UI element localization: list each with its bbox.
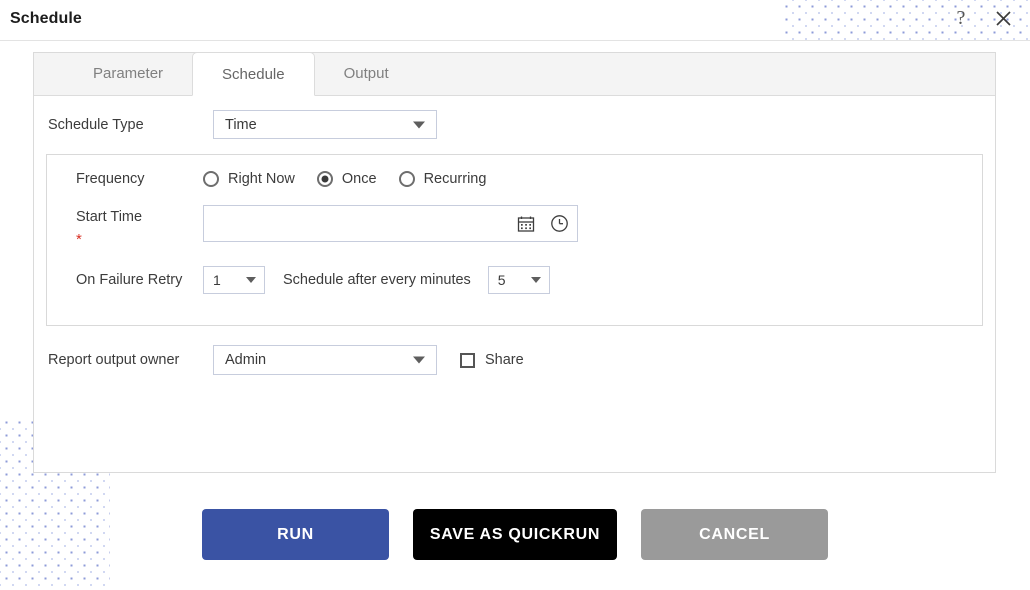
schedule-type-label: Schedule Type [48, 116, 144, 133]
schedule-dialog-card: Parameter Schedule Output Schedule Type … [33, 52, 996, 473]
radio-circle-icon [203, 171, 219, 187]
start-time-label: Start Time [76, 209, 143, 225]
radio-right-now[interactable]: Right Now [203, 171, 295, 187]
frequency-row: Frequency Right Now Once Recurring [47, 171, 982, 187]
dialog-footer: RUN SAVE AS QUICKRUN CANCEL [0, 509, 1030, 560]
required-marker: * [76, 231, 82, 248]
radio-circle-icon [398, 171, 415, 187]
frequency-label: Frequency [76, 171, 145, 187]
schedule-type-value: Time [225, 116, 257, 133]
schedule-type-row: Schedule Type Time [46, 110, 983, 139]
dialog-titlebar: Schedule ? [0, 0, 1030, 41]
on-failure-retry-row: On Failure Retry 1 Schedule after every … [47, 266, 982, 294]
chevron-down-icon [413, 356, 425, 364]
titlebar-actions: ? [948, 4, 1016, 32]
tab-schedule[interactable]: Schedule [192, 52, 315, 96]
schedule-after-value: 5 [497, 272, 506, 288]
radio-right-now-label: Right Now [228, 171, 295, 187]
clock-icon[interactable] [549, 214, 569, 234]
chevron-down-icon [413, 121, 425, 128]
report-output-owner-row: Report output owner Admin Share [46, 345, 983, 375]
report-output-owner-select[interactable]: Admin [213, 345, 437, 375]
frequency-panel: Frequency Right Now Once Recurring Start… [46, 154, 983, 326]
share-label: Share [485, 352, 524, 368]
header-divider [0, 40, 1030, 41]
radio-once-label: Once [341, 171, 377, 187]
on-failure-retry-select[interactable]: 1 [203, 266, 265, 294]
tab-output[interactable]: Output [315, 53, 418, 95]
radio-once[interactable]: Once [316, 171, 377, 187]
report-output-owner-value: Admin [225, 352, 267, 368]
on-failure-retry-value: 1 [213, 272, 221, 288]
schedule-type-select[interactable]: Time [213, 110, 437, 139]
on-failure-retry-label: On Failure Retry [76, 272, 183, 288]
chevron-down-icon [530, 277, 541, 283]
calendar-icon[interactable] [516, 214, 536, 234]
help-icon[interactable]: ? [948, 4, 974, 32]
radio-recurring[interactable]: Recurring [398, 171, 487, 187]
chevron-down-icon [246, 277, 256, 283]
save-as-quickrun-button[interactable]: SAVE AS QUICKRUN [413, 509, 617, 560]
report-output-owner-label: Report output owner [48, 352, 180, 368]
run-button[interactable]: RUN [202, 509, 389, 560]
radio-circle-selected-icon [316, 171, 333, 187]
start-time-input[interactable] [203, 205, 578, 242]
frequency-radio-group: Right Now Once Recurring [203, 171, 486, 187]
start-time-label-group: Start Time * [47, 205, 203, 248]
checkbox-square-icon [460, 352, 475, 368]
tab-bar: Parameter Schedule Output [34, 52, 995, 96]
schedule-after-label: Schedule after every minutes [283, 272, 471, 288]
schedule-after-select[interactable]: 5 [487, 266, 550, 294]
radio-recurring-label: Recurring [423, 171, 487, 187]
schedule-form: Schedule Type Time Frequency Right Now O… [34, 96, 995, 375]
share-checkbox[interactable]: Share [460, 352, 524, 368]
page-title: Schedule [10, 10, 82, 27]
tab-parameter[interactable]: Parameter [64, 53, 192, 95]
cancel-button[interactable]: CANCEL [641, 509, 828, 560]
start-time-row: Start Time * [47, 205, 982, 248]
close-icon[interactable] [990, 4, 1016, 32]
